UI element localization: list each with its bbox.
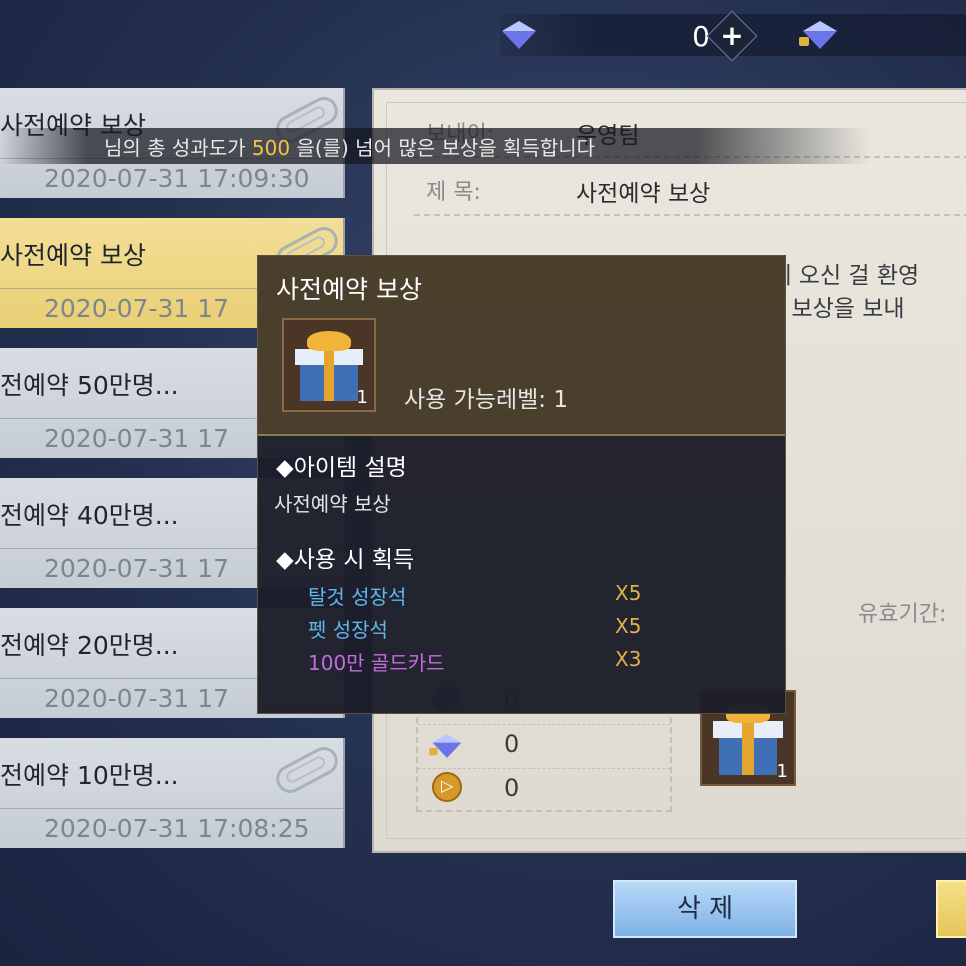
mail-date: 2020-07-31 17 — [44, 554, 230, 583]
mail-title: 전예약 10만명... — [0, 761, 179, 790]
medal-icon — [432, 772, 462, 802]
mail-title: 전예약 20만명... — [0, 631, 179, 660]
attachment-row: 0 — [418, 724, 670, 769]
tooltip-title: 사전예약 보상 — [276, 275, 422, 304]
reward-qty: X5 — [615, 581, 642, 605]
item-description: 사전예약 보상 — [274, 492, 391, 516]
currency-bar: 0 + — [500, 10, 966, 62]
delete-button[interactable]: 삭 제 — [613, 880, 797, 938]
mail-item-6[interactable]: 전예약 10만명... 2020-07-31 17:08:25 — [0, 738, 345, 848]
reward-name: 탈것 성장석 — [308, 585, 407, 609]
mail-date: 2020-07-31 17:08:25 — [44, 814, 310, 843]
mail-date: 2020-07-31 17 — [44, 684, 230, 713]
notification-banner: 님의 총 성과도가 500 을(를) 넘어 많은 보상을 획득합니다 — [0, 128, 870, 164]
gift-box-icon: 1 — [282, 318, 376, 412]
subject-label: 제 목: — [426, 180, 481, 205]
mail-date: 2020-07-31 17 — [44, 294, 230, 323]
reward-header: ◆사용 시 획득 — [276, 547, 415, 573]
mail-date: 2020-07-31 17 — [44, 424, 230, 453]
mail-title: 전예약 40만명... — [0, 501, 179, 530]
expiry-label: 유효기간: — [858, 602, 947, 627]
gem-icon — [502, 21, 536, 49]
reward-qty: X3 — [615, 647, 642, 671]
locked-gem-icon — [429, 734, 462, 758]
mail-date: 2020-07-31 17:09:30 — [44, 164, 310, 193]
paperclip-icon — [271, 742, 343, 798]
item-description-header: ◆아이템 설명 — [276, 455, 407, 481]
plus-icon: + — [720, 19, 744, 52]
gem-count: 0 — [692, 20, 710, 53]
attachment-row: 0 — [418, 768, 670, 812]
reward-name: 펫 성장석 — [308, 618, 388, 642]
subject-value: 사전예약 보상 — [576, 181, 711, 207]
reward-name: 100만 골드카드 — [308, 651, 445, 675]
reward-qty: X5 — [615, 614, 642, 638]
tooltip-header: 사전예약 보상 1 사용 가능레벨: 1 — [258, 256, 785, 436]
usable-level: 사용 가능레벨: 1 — [404, 387, 568, 413]
add-gem-button[interactable]: + — [706, 10, 758, 62]
mail-title: 전예약 50만명... — [0, 371, 179, 400]
notification-text: 님의 총 성과도가 500 을(를) 넘어 많은 보상을 획득합니다 — [104, 136, 596, 160]
locked-gem-icon — [799, 21, 837, 49]
receive-button[interactable] — [936, 880, 966, 938]
item-tooltip: 사전예약 보상 1 사용 가능레벨: 1 ◆아이템 설명 사전예약 보상 ◆사용… — [257, 255, 786, 714]
mail-title: 사전예약 보상 — [0, 241, 146, 270]
